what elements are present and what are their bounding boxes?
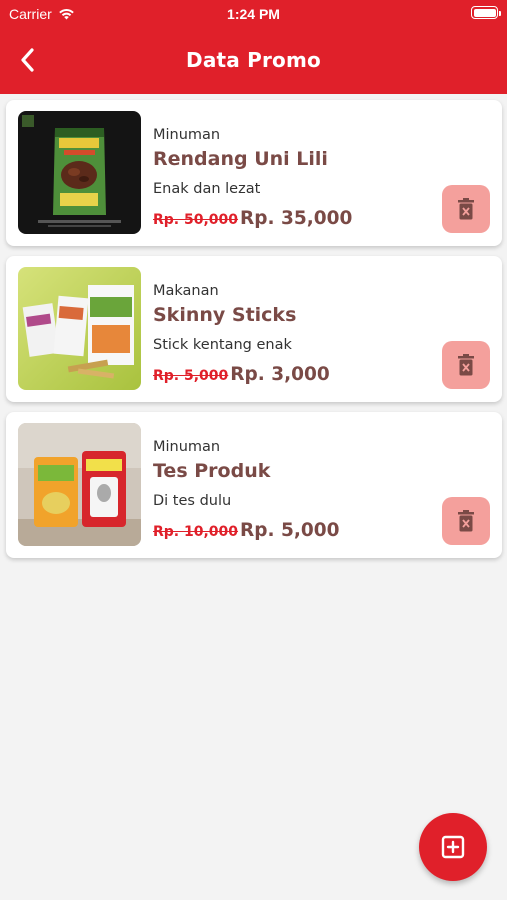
original-price: Rp. 50,000 bbox=[153, 212, 239, 228]
trash-icon bbox=[458, 198, 474, 220]
promo-category: Minuman bbox=[153, 127, 221, 143]
promo-info: Minuman Rendang Uni Lili Enak dan lezat … bbox=[153, 125, 432, 232]
promo-info: Minuman Tes Produk Di tes dulu Rp. 10,00… bbox=[153, 437, 432, 544]
promo-description: Di tes dulu bbox=[153, 493, 232, 509]
promo-description: Enak dan lezat bbox=[153, 181, 261, 197]
trash-icon bbox=[458, 510, 474, 532]
promo-price: Rp. 3,000 bbox=[230, 364, 330, 385]
original-price: Rp. 5,000 bbox=[153, 368, 229, 384]
product-image bbox=[18, 111, 141, 234]
product-image bbox=[18, 423, 141, 546]
promo-name: Skinny Sticks bbox=[153, 304, 297, 326]
status-bar: Carrier 1:24 PM bbox=[0, 0, 507, 28]
app-bar: Carrier 1:24 PM Data Promo bbox=[0, 0, 507, 94]
page-title: Data Promo bbox=[186, 48, 321, 72]
delete-button[interactable] bbox=[442, 185, 490, 233]
add-box-icon bbox=[441, 835, 465, 859]
trash-icon bbox=[458, 354, 474, 376]
promo-list: Minuman Rendang Uni Lili Enak dan lezat … bbox=[6, 100, 502, 568]
navigation-bar: Data Promo bbox=[0, 28, 507, 94]
delete-button[interactable] bbox=[442, 497, 490, 545]
promo-price: Rp. 35,000 bbox=[240, 208, 353, 229]
promo-category: Makanan bbox=[153, 283, 219, 299]
product-image bbox=[18, 267, 141, 390]
promo-description: Stick kentang enak bbox=[153, 337, 292, 353]
original-price: Rp. 10,000 bbox=[153, 524, 239, 540]
promo-info: Makanan Skinny Sticks Stick kentang enak… bbox=[153, 281, 432, 388]
promo-card[interactable]: Makanan Skinny Sticks Stick kentang enak… bbox=[6, 256, 502, 402]
promo-category: Minuman bbox=[153, 439, 221, 455]
promo-name: Rendang Uni Lili bbox=[153, 148, 328, 170]
promo-price: Rp. 5,000 bbox=[240, 520, 340, 541]
promo-prices: Rp. 5,000 Rp. 3,000 bbox=[153, 362, 432, 388]
clock: 1:24 PM bbox=[227, 6, 280, 22]
promo-name: Tes Produk bbox=[153, 460, 271, 482]
promo-prices: Rp. 50,000 Rp. 35,000 bbox=[153, 206, 432, 232]
add-promo-button[interactable] bbox=[419, 813, 487, 881]
delete-button[interactable] bbox=[442, 341, 490, 389]
promo-card[interactable]: Minuman Tes Produk Di tes dulu Rp. 10,00… bbox=[6, 412, 502, 558]
promo-prices: Rp. 10,000 Rp. 5,000 bbox=[153, 518, 432, 544]
battery-icon bbox=[471, 6, 501, 19]
promo-card[interactable]: Minuman Rendang Uni Lili Enak dan lezat … bbox=[6, 100, 502, 246]
